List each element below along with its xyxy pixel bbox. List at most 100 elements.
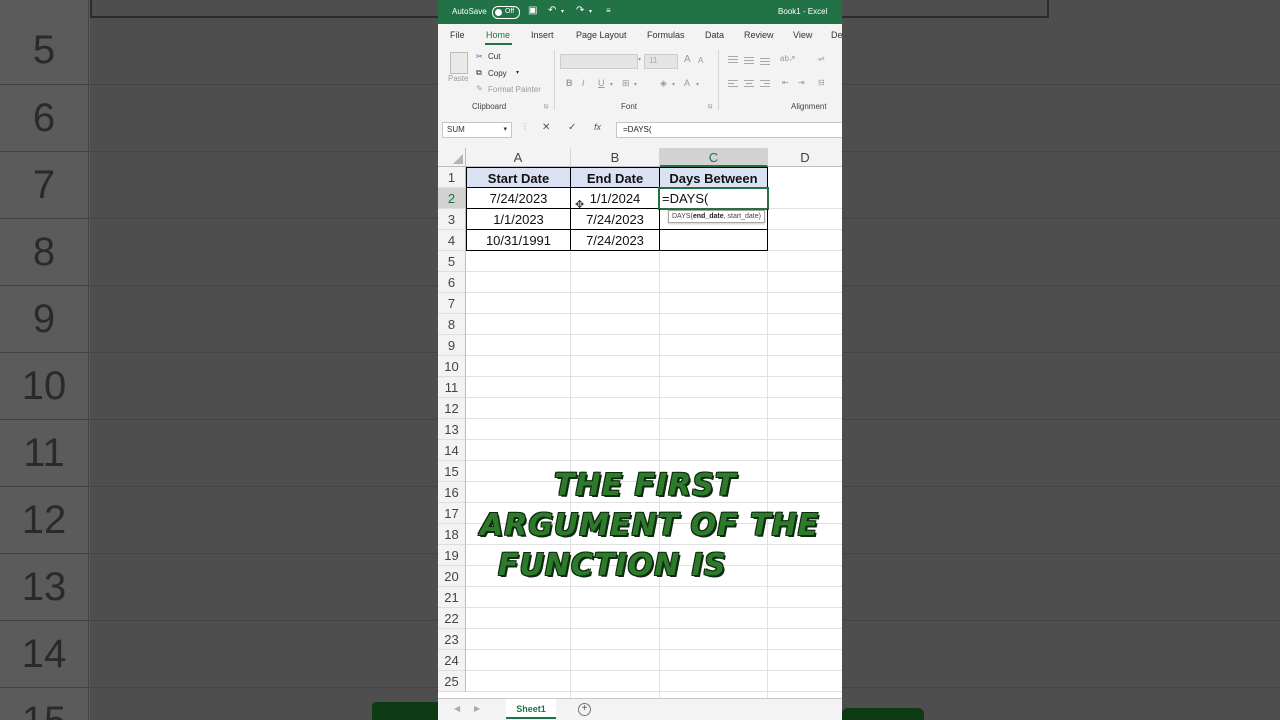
- wrap-text-icon[interactable]: ⇌: [818, 54, 825, 63]
- row-header[interactable]: 1: [438, 167, 466, 188]
- row-header[interactable]: 17: [438, 503, 466, 524]
- align-top-icon[interactable]: [728, 56, 738, 64]
- font-name-box[interactable]: [560, 54, 638, 69]
- row-header[interactable]: 12: [438, 398, 466, 419]
- underline-button[interactable]: U: [598, 78, 605, 88]
- tab-insert[interactable]: Insert: [531, 30, 554, 40]
- row-header[interactable]: 15: [438, 461, 466, 482]
- cancel-icon[interactable]: ✕: [542, 122, 550, 133]
- borders-icon[interactable]: ⊞: [622, 78, 630, 89]
- row-header[interactable]: 10: [438, 356, 466, 377]
- tab-developer[interactable]: De: [831, 30, 842, 40]
- paste-icon[interactable]: [450, 52, 468, 74]
- header-cell-end-date[interactable]: End Date: [570, 167, 660, 188]
- column-header-b[interactable]: B: [571, 148, 660, 167]
- row-header[interactable]: 22: [438, 608, 466, 629]
- row-header[interactable]: 13: [438, 419, 466, 440]
- enter-icon[interactable]: ✓: [568, 122, 576, 133]
- paste-button[interactable]: Paste: [448, 74, 468, 83]
- active-cell-c2[interactable]: =DAYS(: [658, 187, 769, 210]
- row-header[interactable]: 5: [438, 251, 466, 272]
- italic-button[interactable]: I: [582, 78, 585, 88]
- column-header-a[interactable]: A: [466, 148, 571, 167]
- row-header[interactable]: 4: [438, 230, 466, 251]
- row-header[interactable]: 6: [438, 272, 466, 293]
- align-middle-icon[interactable]: [744, 56, 754, 64]
- tab-data[interactable]: Data: [705, 30, 724, 40]
- table-cell[interactable]: 10/31/1991: [466, 230, 571, 251]
- borders-dropdown-icon[interactable]: ▾: [634, 81, 637, 88]
- add-sheet-icon[interactable]: +: [578, 703, 591, 716]
- column-header-c[interactable]: C: [660, 148, 768, 167]
- row-header[interactable]: 8: [438, 314, 466, 335]
- tab-view[interactable]: View: [793, 30, 812, 40]
- bold-button[interactable]: B: [566, 78, 573, 88]
- copy-icon[interactable]: ⧉: [476, 68, 482, 78]
- font-size-box[interactable]: 11: [644, 54, 678, 69]
- cut-button[interactable]: Cut: [488, 52, 500, 61]
- tab-page-layout[interactable]: Page Layout: [576, 30, 627, 40]
- decrease-indent-icon[interactable]: ⇤: [782, 78, 789, 87]
- row-header[interactable]: 18: [438, 524, 466, 545]
- sheet-next-icon[interactable]: ▶: [474, 704, 480, 713]
- header-cell-days-between[interactable]: Days Between: [659, 167, 768, 188]
- tab-formulas[interactable]: Formulas: [647, 30, 685, 40]
- align-right-icon[interactable]: [760, 80, 770, 88]
- tab-home[interactable]: Home: [486, 30, 510, 40]
- font-color-icon[interactable]: A: [684, 78, 690, 88]
- copy-button[interactable]: Copy: [488, 69, 507, 78]
- format-painter-button[interactable]: Format Painter: [488, 85, 541, 94]
- copy-dropdown-icon[interactable]: ▾: [516, 69, 519, 76]
- row-header[interactable]: 9: [438, 335, 466, 356]
- cut-icon[interactable]: ✂: [476, 52, 483, 61]
- fill-color-dropdown-icon[interactable]: ▾: [672, 81, 675, 88]
- tab-file[interactable]: File: [450, 30, 465, 40]
- redo-icon[interactable]: ↷: [576, 5, 584, 16]
- name-box-dropdown-icon[interactable]: ▾: [503, 125, 507, 133]
- row-header[interactable]: 11: [438, 377, 466, 398]
- worksheet-grid[interactable]: A B C D 1 2 3 4 5 6 7 8 9 10 11 12 13 14…: [438, 148, 842, 698]
- formula-input[interactable]: =DAYS(: [616, 122, 842, 138]
- table-cell[interactable]: 7/24/2023: [570, 230, 660, 251]
- select-all-button[interactable]: [438, 148, 466, 167]
- row-header[interactable]: 7: [438, 293, 466, 314]
- table-cell[interactable]: 7/24/2023: [570, 209, 660, 230]
- table-cell[interactable]: 1/1/2023: [466, 209, 571, 230]
- autosave-toggle[interactable]: Off: [492, 6, 520, 19]
- increase-indent-icon[interactable]: ⇥: [798, 78, 805, 87]
- header-cell-start-date[interactable]: Start Date: [466, 167, 571, 188]
- underline-dropdown-icon[interactable]: ▾: [610, 81, 613, 88]
- row-header[interactable]: 24: [438, 650, 466, 671]
- merge-center-icon[interactable]: ⊟: [818, 78, 825, 87]
- customize-toolbar-icon[interactable]: ≡: [606, 6, 611, 15]
- save-icon[interactable]: ▣: [528, 5, 537, 16]
- font-color-dropdown-icon[interactable]: ▾: [696, 81, 699, 88]
- table-cell[interactable]: [659, 230, 768, 251]
- function-tooltip[interactable]: DAYS(end_date, start_date): [668, 210, 765, 223]
- column-header-d[interactable]: D: [768, 148, 842, 167]
- name-box[interactable]: SUM ▾: [442, 122, 512, 138]
- row-header[interactable]: 16: [438, 482, 466, 503]
- row-header[interactable]: 19: [438, 545, 466, 566]
- orientation-icon[interactable]: ab↗: [780, 54, 796, 63]
- row-header[interactable]: 14: [438, 440, 466, 461]
- shrink-font-icon[interactable]: A: [698, 56, 703, 65]
- row-header[interactable]: 2: [438, 188, 466, 209]
- font-launcher-icon[interactable]: ⧅: [708, 103, 712, 111]
- format-painter-icon[interactable]: ✎: [476, 84, 483, 93]
- row-header[interactable]: 25: [438, 671, 466, 692]
- clipboard-launcher-icon[interactable]: ⧅: [544, 103, 548, 111]
- row-header[interactable]: 3: [438, 209, 466, 230]
- tab-review[interactable]: Review: [744, 30, 774, 40]
- sheet-tab-sheet1[interactable]: Sheet1: [506, 699, 556, 719]
- align-left-icon[interactable]: [728, 80, 738, 88]
- table-cell[interactable]: 7/24/2023: [466, 188, 571, 209]
- undo-icon[interactable]: ↶: [548, 5, 556, 16]
- redo-dropdown-icon[interactable]: ▾: [589, 8, 592, 15]
- row-header[interactable]: 20: [438, 566, 466, 587]
- undo-dropdown-icon[interactable]: ▾: [561, 8, 564, 15]
- row-header[interactable]: 21: [438, 587, 466, 608]
- align-center-icon[interactable]: [744, 80, 754, 88]
- insert-function-icon[interactable]: fx: [594, 122, 601, 132]
- align-bottom-icon[interactable]: [760, 56, 770, 65]
